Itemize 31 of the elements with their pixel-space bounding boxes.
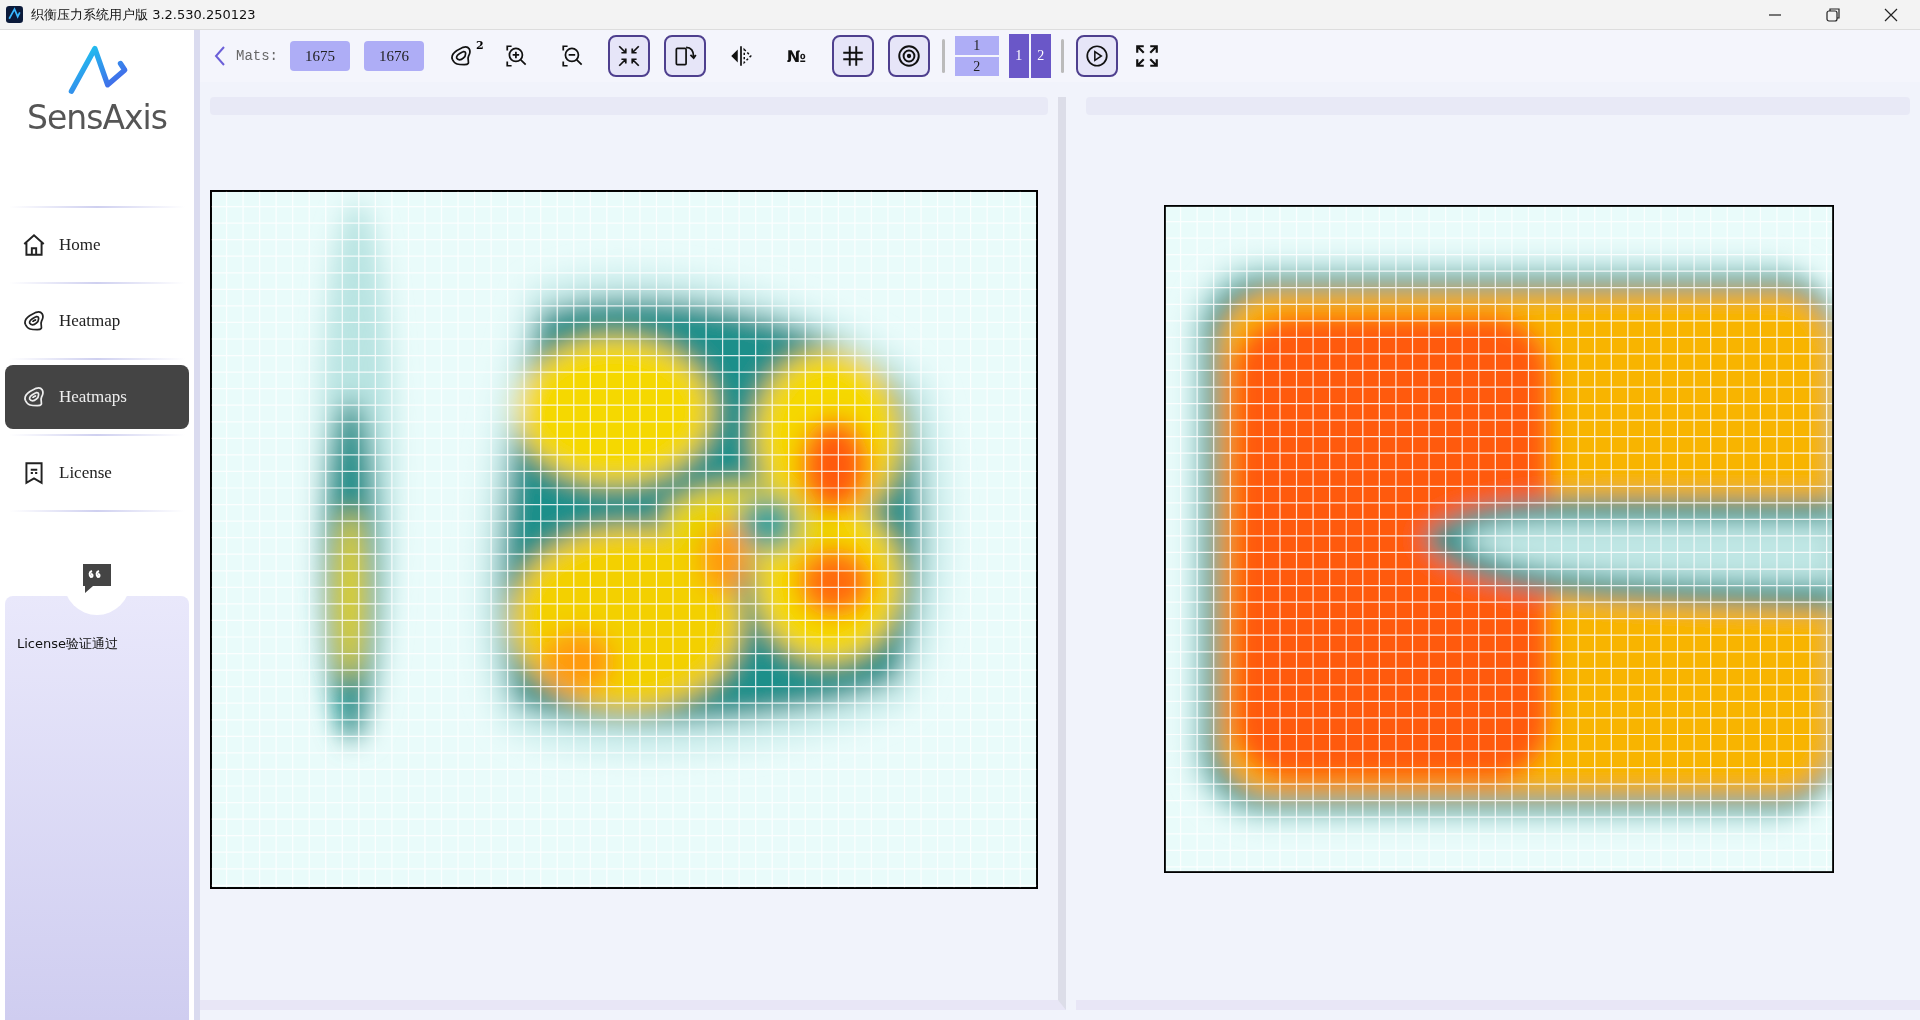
toolbar-button[interactable] [831, 35, 874, 77]
contour-icon [21, 308, 47, 334]
mats-label: Mats: [236, 48, 278, 64]
logo-wordmark: SensAxis [27, 98, 167, 138]
target-icon [895, 43, 922, 69]
sidebar-item[interactable]: Home [5, 213, 189, 277]
toolbar-button[interactable] [887, 35, 930, 77]
sidebar-item[interactable]: Heatmap [5, 289, 189, 353]
sidebar-item[interactable]: Heatmaps [5, 365, 189, 429]
license-status-text: License验证通过 [17, 636, 118, 651]
play-icon [1083, 43, 1110, 69]
quote-icon [81, 562, 113, 594]
number-toggle-button[interactable]: № [775, 35, 818, 77]
play-button[interactable] [1075, 35, 1118, 77]
toolbar-button[interactable] [607, 35, 650, 77]
back-chevron-icon[interactable] [214, 44, 226, 68]
sidebar-item[interactable]: License [5, 441, 189, 505]
fullscreen-icon[interactable] [1133, 43, 1160, 69]
contour-icon [448, 43, 474, 69]
contour-icon [21, 384, 47, 410]
page-button[interactable]: 2 [1030, 34, 1051, 78]
count-label: 2 [476, 38, 484, 52]
app-logo-icon [6, 6, 23, 23]
mat-chip[interactable]: 1675 [290, 41, 350, 71]
mat-chip[interactable]: 1676 [364, 41, 424, 71]
home-icon [21, 232, 47, 258]
fraction-denominator: 2 [954, 57, 999, 76]
fraction-numerator: 1 [954, 36, 999, 55]
toolbar-button[interactable] [663, 35, 706, 77]
page-button[interactable]: 1 [1008, 34, 1029, 78]
window-title: 织衡压力系统用户版 3.2.530.250123 [31, 5, 256, 24]
